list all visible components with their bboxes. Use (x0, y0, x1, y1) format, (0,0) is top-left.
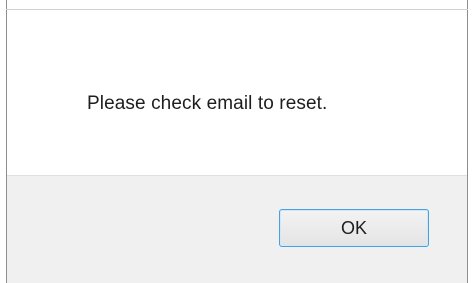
dialog-content-area: Please check email to reset. (7, 10, 467, 175)
dialog-right-border (467, 0, 468, 283)
ok-button[interactable]: OK (279, 209, 429, 247)
message-dialog: Please check email to reset. OK (0, 0, 475, 283)
dialog-button-bar: OK (7, 175, 467, 283)
dialog-message: Please check email to reset. (87, 93, 328, 114)
